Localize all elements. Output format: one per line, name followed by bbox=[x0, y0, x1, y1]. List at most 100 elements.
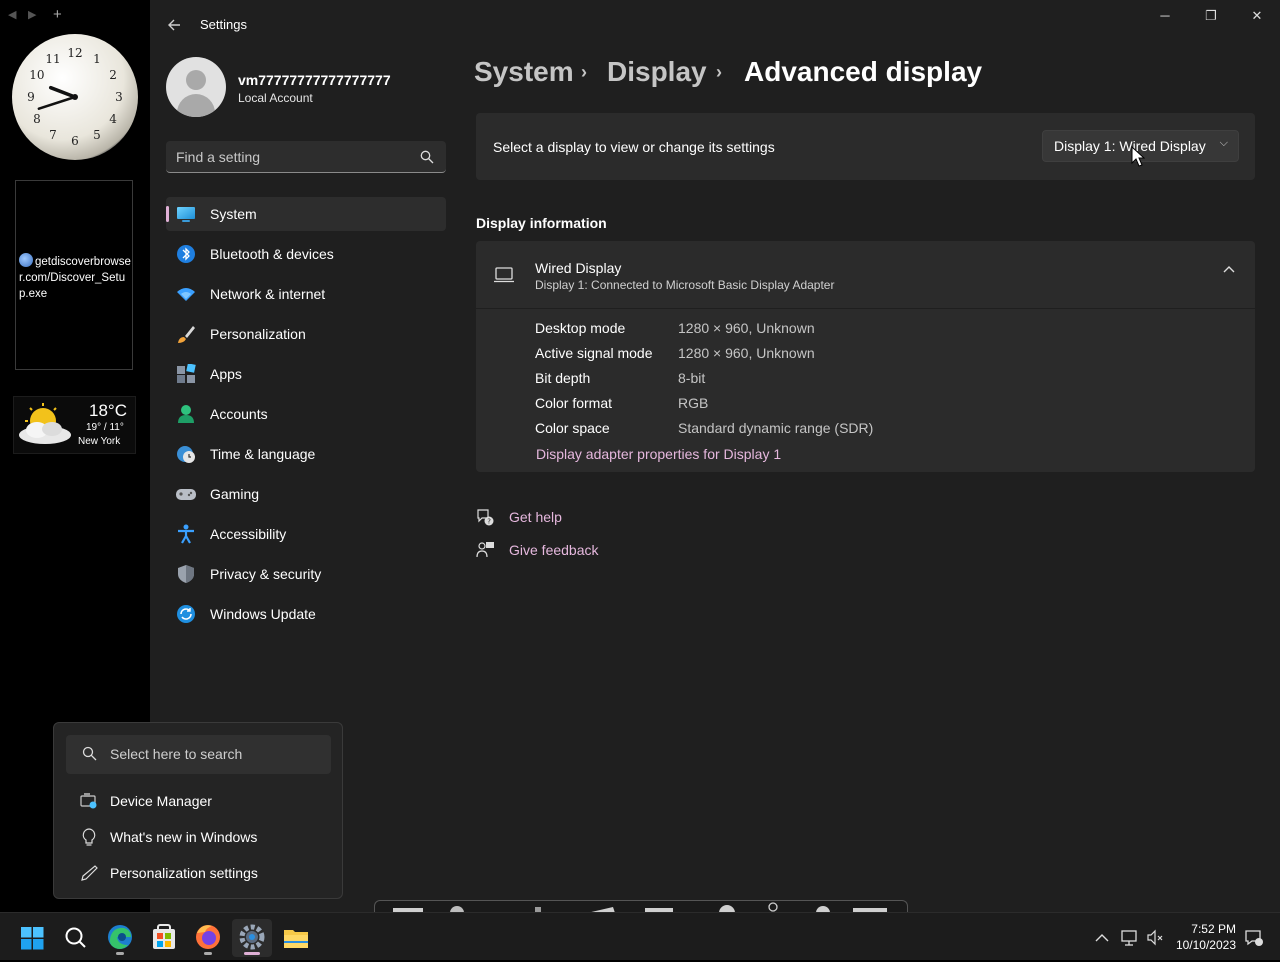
sidebar-item-windows-update[interactable]: Windows Update bbox=[166, 597, 446, 631]
mouse-pointer-icon bbox=[1131, 146, 1145, 167]
weather-city: New York bbox=[78, 436, 121, 447]
notification-icon[interactable] bbox=[1244, 928, 1264, 948]
globe-clock-icon bbox=[177, 446, 195, 463]
restore-button[interactable]: ❐ bbox=[1188, 6, 1234, 30]
volume-muted-icon[interactable] bbox=[1146, 928, 1166, 948]
update-icon bbox=[177, 605, 195, 623]
search-button[interactable] bbox=[56, 919, 96, 957]
sidebar-item-system[interactable]: System bbox=[166, 197, 446, 231]
network-icon[interactable] bbox=[1120, 928, 1140, 948]
flyout-search-placeholder: Select here to search bbox=[110, 746, 243, 762]
sidebar-item-personalization[interactable]: Personalization bbox=[166, 317, 446, 351]
sidebar-item-label: Apps bbox=[210, 366, 242, 382]
user-name: vm77777777777777777 bbox=[238, 72, 391, 88]
breadcrumb-separator: › bbox=[716, 62, 722, 82]
apps-icon bbox=[177, 364, 196, 383]
clock-time[interactable]: 7:52 PM bbox=[1172, 922, 1236, 936]
widget-add-icon[interactable]: + bbox=[53, 6, 62, 23]
analog-clock-widget: 12 1 2 3 4 5 6 7 8 9 10 11 bbox=[12, 34, 138, 160]
display-info-body: Desktop mode 1280 × 960, Unknown Active … bbox=[476, 309, 1255, 472]
display-name: Wired Display bbox=[535, 260, 622, 276]
flyout-item-label: What's new in Windows bbox=[110, 829, 258, 845]
prop-color-format-value: RGB bbox=[678, 395, 709, 411]
flyout-item-device-manager[interactable]: Device Manager bbox=[66, 786, 331, 816]
sidebar-item-gaming[interactable]: Gaming bbox=[166, 477, 446, 511]
get-help-label: Get help bbox=[509, 509, 562, 525]
weather-widget[interactable]: 18°C 19° / 11° New York bbox=[13, 396, 136, 454]
store-icon bbox=[153, 924, 175, 949]
shield-icon bbox=[178, 565, 194, 583]
title-bar: Settings ─ ❐ ✕ bbox=[150, 0, 1280, 48]
prop-signal-mode-value: 1280 × 960, Unknown bbox=[678, 345, 815, 361]
select-display-label: Select a display to view or change its s… bbox=[493, 139, 775, 155]
person-icon bbox=[178, 405, 194, 423]
download-url: getdiscoverbrowser.com/Discover_Setup.ex… bbox=[19, 256, 131, 300]
display-info-header[interactable]: Wired Display Display 1: Connected to Mi… bbox=[476, 241, 1255, 308]
flyout-item-personalization[interactable]: Personalization settings bbox=[66, 858, 331, 888]
widget-back-icon[interactable]: ◀ bbox=[8, 8, 16, 21]
search-flyout: Select here to search Device Manager Wha… bbox=[53, 722, 343, 899]
sidebar-item-time-language[interactable]: Time & language bbox=[166, 437, 446, 471]
breadcrumb-system[interactable]: System bbox=[474, 56, 574, 88]
edge-app[interactable] bbox=[100, 919, 140, 957]
close-button[interactable]: ✕ bbox=[1234, 6, 1280, 30]
breadcrumb-display[interactable]: Display bbox=[607, 56, 707, 88]
minimize-button[interactable]: ─ bbox=[1142, 6, 1188, 30]
sidebar-item-accessibility[interactable]: Accessibility bbox=[166, 517, 446, 551]
flyout-item-label: Device Manager bbox=[110, 793, 212, 809]
prop-bit-depth-value: 8-bit bbox=[678, 370, 706, 386]
settings-search[interactable] bbox=[166, 141, 446, 173]
controller-icon bbox=[176, 489, 196, 500]
display-dropdown-value: Display 1: Wired Display bbox=[1054, 138, 1206, 154]
download-widget[interactable]: getdiscoverbrowser.com/Discover_Setup.ex… bbox=[15, 180, 133, 370]
flyout-item-label: Personalization settings bbox=[110, 865, 258, 881]
lightbulb-icon bbox=[82, 828, 96, 846]
sidebar-item-bluetooth[interactable]: Bluetooth & devices bbox=[166, 237, 446, 271]
start-button[interactable] bbox=[12, 919, 52, 957]
sidebar-item-privacy[interactable]: Privacy & security bbox=[166, 557, 446, 591]
clock-date[interactable]: 10/10/2023 bbox=[1172, 938, 1236, 952]
section-title: Display information bbox=[476, 215, 607, 231]
search-icon[interactable] bbox=[420, 150, 434, 164]
feedback-icon bbox=[476, 542, 494, 558]
svg-text:?: ? bbox=[487, 518, 491, 526]
store-app[interactable] bbox=[144, 919, 184, 957]
prop-color-space-label: Color space bbox=[535, 420, 610, 436]
avatar[interactable] bbox=[166, 57, 226, 117]
page-title: Advanced display bbox=[744, 56, 983, 87]
partly-cloudy-icon bbox=[19, 403, 71, 444]
widget-forward-icon[interactable]: ▶ bbox=[28, 8, 36, 21]
sidebar-item-accounts[interactable]: Accounts bbox=[166, 397, 446, 431]
prop-desktop-mode-value: 1280 × 960, Unknown bbox=[678, 320, 815, 336]
sidebar-item-label: Bluetooth & devices bbox=[210, 246, 334, 262]
settings-app[interactable] bbox=[232, 919, 272, 957]
sidebar-item-label: Gaming bbox=[210, 486, 260, 502]
prop-signal-mode-label: Active signal mode bbox=[535, 345, 653, 361]
laptop-icon bbox=[494, 267, 514, 283]
sidebar-item-network[interactable]: Network & internet bbox=[166, 277, 446, 311]
flyout-item-whats-new[interactable]: What's new in Windows bbox=[66, 822, 331, 852]
chevron-up-icon bbox=[1223, 266, 1235, 273]
sidebar-item-label: Accounts bbox=[210, 406, 268, 422]
collapse-button[interactable] bbox=[1219, 263, 1239, 283]
back-arrow-icon bbox=[168, 19, 180, 31]
system-icon bbox=[177, 207, 195, 222]
search-icon bbox=[65, 927, 86, 948]
chevron-down-icon: ⌵ bbox=[1219, 137, 1228, 149]
accessibility-icon bbox=[178, 524, 194, 544]
explorer-app[interactable] bbox=[276, 919, 316, 957]
clock-hands-icon bbox=[37, 85, 78, 110]
flyout-search-box[interactable]: Select here to search bbox=[66, 735, 331, 774]
sidebar-item-label: Network & internet bbox=[210, 286, 326, 302]
bluetooth-icon bbox=[177, 245, 195, 263]
prop-color-space-value: Standard dynamic range (SDR) bbox=[678, 420, 874, 436]
search-input[interactable] bbox=[176, 147, 406, 167]
firefox-app[interactable] bbox=[188, 919, 228, 957]
sidebar-item-apps[interactable]: Apps bbox=[166, 357, 446, 391]
weather-range: 19° / 11° bbox=[86, 422, 124, 433]
sidebar-item-label: Personalization bbox=[210, 326, 306, 342]
chevron-up-icon[interactable] bbox=[1093, 928, 1113, 948]
sidebar-item-label: Windows Update bbox=[210, 606, 316, 622]
adapter-properties-link[interactable]: Display adapter properties for Display 1 bbox=[536, 446, 781, 462]
back-button[interactable] bbox=[164, 14, 186, 36]
